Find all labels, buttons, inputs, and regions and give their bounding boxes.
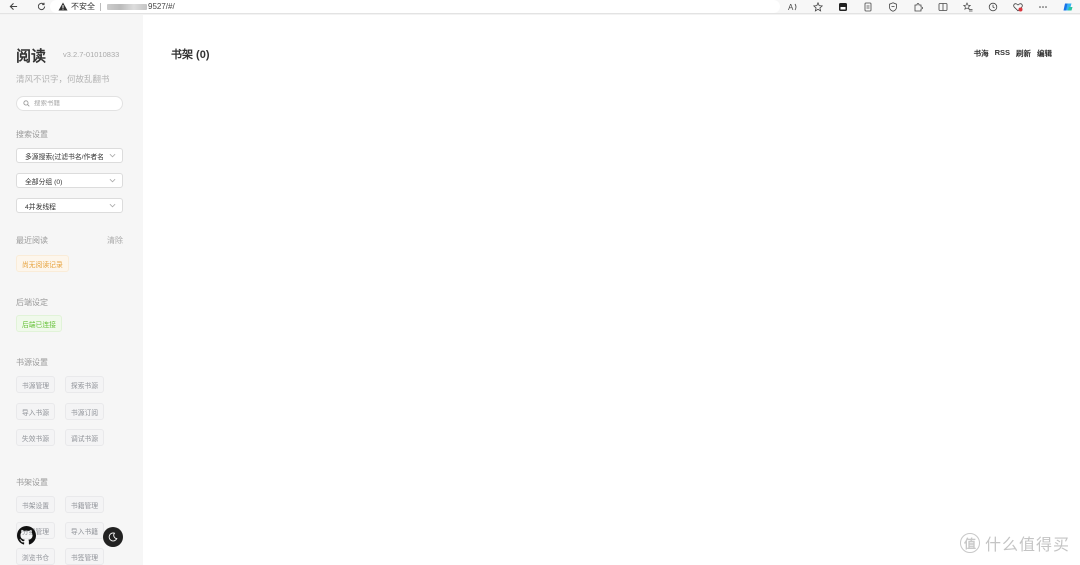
dark-mode-toggle[interactable] [103, 527, 123, 547]
page-title: 书架 (0) [171, 49, 210, 61]
url-text: 9527/#/ [148, 2, 175, 11]
chevron-down-icon [109, 178, 116, 183]
source-settings-label: 书源设置 [16, 358, 48, 367]
no-history-tag: 尚无阅读记录 [16, 255, 69, 272]
browser-toolbar: 不安全 9527/#/ A [0, 0, 1080, 14]
app-slogan: 清风不识字，何故乱翻书 [16, 74, 110, 84]
star-icon[interactable] [812, 1, 824, 13]
shelf-settings-label: 书架设置 [16, 478, 48, 487]
chevron-down-icon [109, 153, 116, 158]
split-screen-icon[interactable] [937, 1, 949, 13]
address-bar[interactable]: 不安全 9527/#/ [50, 0, 780, 13]
browse-warehouse-button[interactable]: 浏览书仓 [16, 548, 55, 565]
import-source-button[interactable]: 导入书源 [16, 403, 55, 420]
invalid-source-button[interactable]: 失效书源 [16, 429, 55, 446]
rss-link[interactable]: RSS [995, 48, 1010, 59]
app-version: v3.2.7-01010833 [63, 50, 120, 59]
warning-icon [58, 2, 68, 11]
chevron-down-icon [109, 203, 116, 208]
bookstore-link[interactable]: 书海 [974, 48, 989, 59]
clear-history-link[interactable]: 清除 [107, 235, 123, 246]
history-icon[interactable] [987, 1, 999, 13]
browser-extensions: A [774, 0, 1080, 13]
shelf-settings-button[interactable]: 书架设置 [16, 496, 55, 513]
sidebar: 阅读 v3.2.7-01010833 清风不识字，何故乱翻书 搜索设置 多源搜索… [0, 15, 143, 565]
bookmark-manage-button[interactable]: 书签管理 [65, 548, 104, 565]
group-select[interactable]: 全部分组 (0) [16, 173, 123, 188]
backend-settings-label: 后端设定 [16, 298, 48, 307]
browser-essentials-icon[interactable] [1012, 1, 1024, 13]
recent-reading-label: 最近阅读 [16, 236, 48, 245]
watermark: 值 什么值得买 [959, 531, 1070, 555]
copilot-icon[interactable] [1062, 1, 1074, 13]
watermark-logo-icon: 值 [959, 533, 980, 553]
address-separator [100, 2, 101, 11]
backend-status-tag[interactable]: 后端已连接 [16, 315, 62, 332]
search-box [16, 96, 123, 111]
svg-text:A: A [788, 3, 794, 12]
search-settings-label: 搜索设置 [16, 130, 48, 139]
github-icon[interactable] [17, 526, 36, 545]
extension-doc-icon[interactable] [862, 1, 874, 13]
thread-select-value: 4并发线程 [25, 203, 56, 211]
search-mode-select[interactable]: 多源搜索(过滤书名/作者名 [16, 148, 123, 163]
more-menu-icon[interactable] [1037, 1, 1049, 13]
subscribe-source-button[interactable]: 书源订阅 [65, 403, 104, 420]
extension-dark-icon[interactable] [837, 1, 849, 13]
edit-link[interactable]: 编辑 [1037, 48, 1052, 59]
debug-source-button[interactable]: 调试书源 [65, 429, 104, 446]
search-icon [23, 100, 30, 107]
top-actions: 书海 RSS 刷新 编辑 [968, 48, 1052, 59]
reload-icon[interactable] [34, 0, 48, 14]
back-icon[interactable] [6, 0, 20, 14]
url-redacted [107, 3, 147, 10]
book-manage-button[interactable]: 书籍管理 [65, 496, 104, 513]
search-input[interactable] [34, 100, 114, 107]
thread-select[interactable]: 4并发线程 [16, 198, 123, 213]
main-content: 书架 (0) 书海 RSS 刷新 编辑 值 什么值得买 [143, 15, 1080, 565]
explore-source-button[interactable]: 探索书源 [65, 376, 104, 393]
read-aloud-icon[interactable]: A [787, 1, 799, 13]
watermark-text: 什么值得买 [984, 537, 1070, 554]
search-mode-value: 多源搜索(过滤书名/作者名 [25, 153, 104, 161]
insecure-label: 不安全 [71, 2, 95, 11]
puzzle-icon[interactable] [912, 1, 924, 13]
favorites-icon[interactable] [962, 1, 974, 13]
source-manage-button[interactable]: 书源管理 [16, 376, 55, 393]
app-title: 阅读 [16, 48, 47, 65]
refresh-link[interactable]: 刷新 [1016, 48, 1031, 59]
moon-icon [108, 532, 118, 542]
group-select-value: 全部分组 (0) [25, 178, 63, 186]
extension-shield-icon[interactable] [887, 1, 899, 13]
import-book-button[interactable]: 导入书籍 [65, 522, 104, 539]
